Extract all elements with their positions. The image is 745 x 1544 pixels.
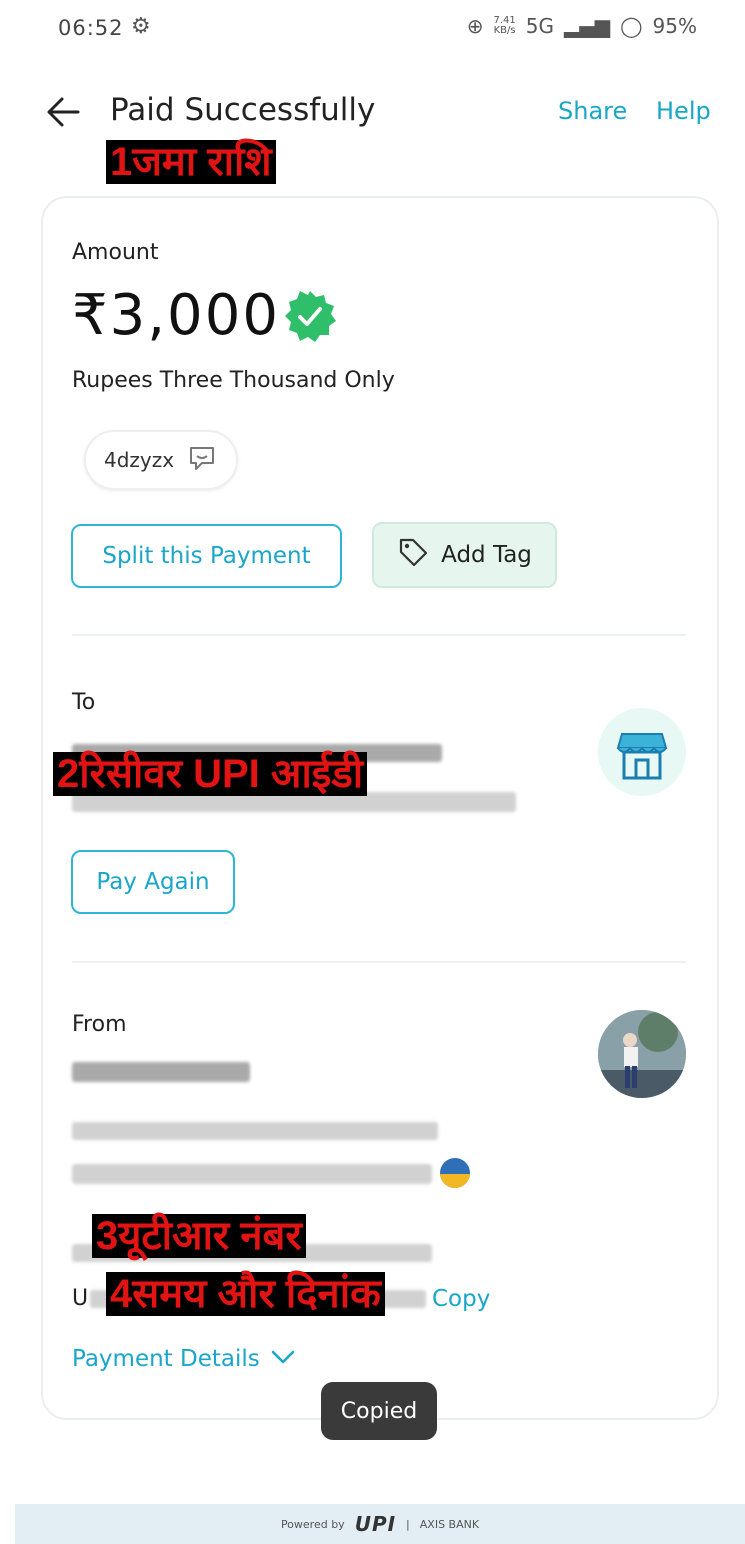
upi-logo: UPI	[354, 1512, 397, 1536]
battery-level: 95%	[652, 14, 697, 38]
battery-icon: ◯	[620, 14, 643, 38]
copied-toast: Copied	[321, 1382, 437, 1440]
annotation-amount: 1जमा राशि	[106, 140, 276, 184]
amount-value: ₹3,000	[72, 283, 280, 348]
payment-note: 4dzyzx	[104, 448, 175, 472]
pay-again-button[interactable]: Pay Again	[71, 850, 235, 914]
network-speed: 7.41 KB/s	[494, 16, 516, 36]
amount-in-words: Rupees Three Thousand Only	[72, 368, 395, 393]
gear-icon: ⚙	[131, 14, 151, 39]
separator: |	[406, 1517, 410, 1531]
signal-icon: ▂▄▆	[564, 14, 611, 38]
divider	[72, 634, 686, 636]
split-payment-button[interactable]: Split this Payment	[71, 524, 342, 588]
wifi-calling-icon: ⊕	[466, 14, 484, 38]
powered-by-text: Powered by	[280, 1517, 345, 1531]
page-title: Paid Successfully	[110, 92, 376, 128]
back-arrow-icon[interactable]	[44, 92, 84, 132]
tag-icon	[397, 536, 429, 574]
help-link[interactable]: Help	[656, 97, 711, 125]
footer-powered-by: Powered by UPI | AXIS BANK	[15, 1504, 745, 1544]
annotation-datetime: 4समय और दिनांक	[106, 1272, 385, 1316]
chat-bubble-icon	[188, 445, 216, 476]
upi-ref-prefix: U	[72, 1286, 89, 1311]
payment-note-chip[interactable]: 4dzyzx	[84, 430, 238, 490]
sender-bank-redacted	[72, 1164, 432, 1184]
sender-avatar	[598, 1010, 686, 1098]
bank-logo-icon	[440, 1158, 470, 1188]
copy-button[interactable]: Copy	[432, 1286, 490, 1312]
divider	[72, 961, 686, 963]
from-label: From	[72, 1012, 127, 1037]
store-icon	[616, 733, 668, 780]
sender-name-redacted	[72, 1062, 250, 1082]
payment-details-label: Payment Details	[72, 1346, 260, 1372]
annotation-receiver: 2रिसीवर UPI आईडी	[53, 752, 368, 796]
to-label: To	[72, 690, 96, 715]
add-tag-button[interactable]: Add Tag	[372, 522, 557, 588]
annotation-utr: 3यूटीआर नंबर	[92, 1214, 306, 1258]
merchant-avatar	[598, 708, 686, 796]
status-time: 06:52	[58, 16, 124, 40]
verified-badge-icon	[282, 288, 338, 344]
sender-upi-redacted	[72, 1122, 438, 1140]
network-unit: KB/s	[493, 25, 516, 36]
chevron-down-icon	[270, 1346, 296, 1372]
payment-details-toggle[interactable]: Payment Details	[72, 1346, 296, 1372]
amount-label: Amount	[72, 240, 159, 265]
status-icons: ⊕ 7.41 KB/s 5G ▂▄▆ ◯ 95%	[467, 14, 697, 38]
network-type: 5G	[525, 14, 554, 38]
share-link[interactable]: Share	[558, 97, 627, 125]
add-tag-label: Add Tag	[441, 542, 532, 568]
axis-bank-logo: AXIS BANK	[419, 1517, 480, 1531]
